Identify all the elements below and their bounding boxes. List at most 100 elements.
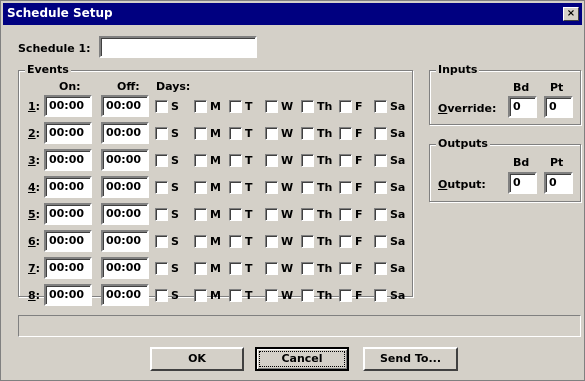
day-checkbox[interactable]: [194, 235, 207, 248]
day-checkbox-label: W: [281, 127, 294, 140]
day-checkbox[interactable]: [374, 181, 387, 194]
event-on-time-input[interactable]: 00:00: [44, 176, 92, 198]
outputs-legend: Outputs: [436, 137, 490, 150]
day-checkbox[interactable]: [155, 235, 168, 248]
day-checkbox-label: W: [281, 289, 294, 302]
event-off-time-input[interactable]: 00:00: [101, 149, 149, 171]
day-checkbox[interactable]: [339, 289, 352, 302]
day-checkbox[interactable]: [229, 208, 242, 221]
inputs-pt-header: Pt: [550, 81, 564, 94]
day-checkbox[interactable]: [194, 127, 207, 140]
day-checkbox-label: Th: [317, 208, 333, 221]
output-bd-input[interactable]: 0: [508, 172, 537, 194]
ok-button[interactable]: OK: [150, 347, 244, 371]
event-off-time-input[interactable]: 00:00: [101, 230, 149, 252]
event-row-number: 7:: [28, 262, 41, 275]
inputs-bd-header: Bd: [513, 81, 530, 94]
override-label: Override:: [438, 102, 497, 115]
day-checkbox[interactable]: [374, 100, 387, 113]
day-checkbox-label: Sa: [390, 181, 406, 194]
day-checkbox[interactable]: [374, 262, 387, 275]
day-checkbox[interactable]: [301, 289, 314, 302]
day-checkbox[interactable]: [301, 181, 314, 194]
day-checkbox[interactable]: [155, 262, 168, 275]
event-on-time-input[interactable]: 00:00: [44, 257, 92, 279]
day-checkbox-label: F: [355, 289, 363, 302]
event-off-time-input[interactable]: 00:00: [101, 257, 149, 279]
event-on-time-input[interactable]: 00:00: [44, 230, 92, 252]
day-checkbox[interactable]: [194, 181, 207, 194]
day-checkbox-label: W: [281, 154, 294, 167]
day-checkbox[interactable]: [339, 154, 352, 167]
day-checkbox[interactable]: [229, 154, 242, 167]
event-off-time-input[interactable]: 00:00: [101, 203, 149, 225]
day-checkbox[interactable]: [339, 208, 352, 221]
day-checkbox[interactable]: [229, 181, 242, 194]
day-checkbox-label: M: [210, 235, 221, 248]
day-checkbox[interactable]: [374, 154, 387, 167]
event-on-time-input[interactable]: 00:00: [44, 149, 92, 171]
day-checkbox[interactable]: [194, 262, 207, 275]
day-checkbox[interactable]: [194, 100, 207, 113]
close-icon[interactable]: ×: [563, 7, 579, 21]
event-off-time-input[interactable]: 00:00: [101, 284, 149, 306]
day-checkbox[interactable]: [301, 154, 314, 167]
day-checkbox[interactable]: [374, 127, 387, 140]
day-checkbox-label: F: [355, 127, 363, 140]
day-checkbox[interactable]: [265, 208, 278, 221]
schedule-name-input[interactable]: [99, 36, 257, 58]
day-checkbox[interactable]: [374, 289, 387, 302]
event-on-time-input[interactable]: 00:00: [44, 122, 92, 144]
day-checkbox[interactable]: [229, 289, 242, 302]
day-checkbox[interactable]: [155, 181, 168, 194]
day-checkbox[interactable]: [155, 289, 168, 302]
day-checkbox-label: T: [245, 181, 253, 194]
day-checkbox[interactable]: [229, 235, 242, 248]
day-checkbox[interactable]: [339, 100, 352, 113]
day-checkbox[interactable]: [194, 289, 207, 302]
day-checkbox[interactable]: [374, 208, 387, 221]
day-checkbox-label: Th: [317, 262, 333, 275]
day-checkbox[interactable]: [194, 154, 207, 167]
day-checkbox[interactable]: [155, 208, 168, 221]
override-pt-input[interactable]: 0: [544, 96, 573, 118]
day-checkbox[interactable]: [265, 100, 278, 113]
day-checkbox[interactable]: [265, 154, 278, 167]
day-checkbox[interactable]: [229, 100, 242, 113]
day-checkbox[interactable]: [301, 208, 314, 221]
event-off-time-input[interactable]: 00:00: [101, 95, 149, 117]
day-checkbox[interactable]: [339, 262, 352, 275]
event-on-time-input[interactable]: 00:00: [44, 284, 92, 306]
day-checkbox-label: S: [171, 181, 179, 194]
day-checkbox[interactable]: [301, 100, 314, 113]
day-checkbox[interactable]: [229, 262, 242, 275]
day-checkbox[interactable]: [301, 262, 314, 275]
day-checkbox[interactable]: [265, 235, 278, 248]
day-checkbox[interactable]: [339, 235, 352, 248]
day-checkbox[interactable]: [301, 127, 314, 140]
event-on-time-input[interactable]: 00:00: [44, 95, 92, 117]
day-checkbox[interactable]: [265, 181, 278, 194]
output-pt-input[interactable]: 0: [544, 172, 573, 194]
day-checkbox[interactable]: [155, 127, 168, 140]
day-checkbox[interactable]: [265, 289, 278, 302]
send-to-button[interactable]: Send To...: [363, 347, 458, 371]
day-checkbox[interactable]: [374, 235, 387, 248]
cancel-button[interactable]: Cancel: [255, 347, 349, 371]
day-checkbox[interactable]: [339, 181, 352, 194]
event-row-number: 1:: [28, 100, 41, 113]
day-checkbox[interactable]: [265, 262, 278, 275]
day-checkbox[interactable]: [229, 127, 242, 140]
event-off-time-input[interactable]: 00:00: [101, 122, 149, 144]
day-checkbox[interactable]: [155, 154, 168, 167]
inputs-legend: Inputs: [436, 63, 480, 76]
day-checkbox[interactable]: [339, 127, 352, 140]
day-checkbox[interactable]: [265, 127, 278, 140]
override-bd-input[interactable]: 0: [508, 96, 537, 118]
day-checkbox[interactable]: [155, 100, 168, 113]
day-checkbox[interactable]: [194, 208, 207, 221]
day-checkbox-label: F: [355, 154, 363, 167]
day-checkbox[interactable]: [301, 235, 314, 248]
event-off-time-input[interactable]: 00:00: [101, 176, 149, 198]
event-on-time-input[interactable]: 00:00: [44, 203, 92, 225]
